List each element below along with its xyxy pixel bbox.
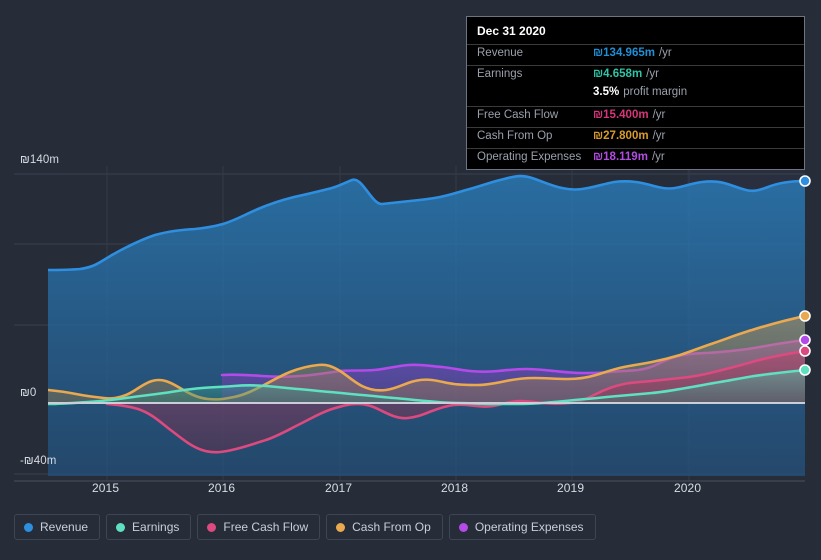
tooltip-row-revenue: Revenue ₪134.965m /yr [467, 44, 804, 65]
tooltip-unit-free-cash-flow: /yr [652, 109, 666, 121]
x-axis-label-2020: 2020 [674, 481, 702, 495]
end-marker-earnings [799, 364, 811, 376]
legend-label-cash-from-op: Cash From Op [352, 520, 431, 534]
tooltip-row-cash-from-op: Cash From Op ₪27.800m /yr [467, 127, 804, 148]
legend-dot-cash-from-op-icon [336, 522, 346, 532]
tooltip-unit-operating-expenses: /yr [651, 151, 665, 163]
legend-item-operating-expenses[interactable]: Operating Expenses [448, 514, 596, 540]
tooltip-value-operating-expenses: ₪18.119m [593, 151, 648, 163]
tooltip-row-free-cash-flow: Free Cash Flow ₪15.400m /yr [467, 106, 804, 127]
tooltip-value-profit-margin: 3.5% [593, 86, 620, 98]
tooltip-value-earnings: ₪4.658m [593, 68, 643, 80]
legend-item-cash-from-op[interactable]: Cash From Op [326, 514, 443, 540]
tooltip-key-revenue: Revenue [477, 47, 524, 59]
legend-item-revenue[interactable]: Revenue [14, 514, 101, 540]
chart-container: ₪140m ₪0 -₪40m 2015 2016 2017 2018 2019 … [0, 0, 821, 560]
tooltip-unit-profit-margin: profit margin [623, 86, 688, 98]
y-axis-label-neg40m: -₪40m [20, 455, 57, 467]
end-marker-cash-from-op [799, 310, 811, 322]
x-axis-label-2016: 2016 [208, 481, 236, 495]
x-axis-label-2018: 2018 [441, 481, 469, 495]
tooltip-row-earnings: Earnings ₪4.658m /yr [467, 65, 804, 86]
tooltip-value-free-cash-flow: ₪15.400m [593, 109, 649, 121]
legend-item-earnings[interactable]: Earnings [106, 514, 192, 540]
tooltip-unit-cash-from-op: /yr [652, 130, 666, 142]
legend-label-operating-expenses: Operating Expenses [474, 520, 584, 534]
legend-dot-operating-expenses-icon [458, 522, 468, 532]
end-marker-revenue [799, 175, 811, 187]
x-axis-label-2015: 2015 [92, 481, 120, 495]
tooltip-title: Dec 31 2020 [477, 24, 546, 38]
tooltip-value-cash-from-op: ₪27.800m [593, 130, 649, 142]
legend-dot-free-cash-flow-icon [207, 522, 217, 532]
legend-label-revenue: Revenue [40, 520, 89, 534]
x-axis-label-2017: 2017 [325, 481, 353, 495]
tooltip-unit-earnings: /yr [646, 68, 659, 80]
y-axis-label-140m: ₪140m [20, 154, 60, 166]
legend-label-earnings: Earnings [132, 520, 180, 534]
tooltip-key-cash-from-op: Cash From Op [477, 130, 553, 142]
end-marker-operating-expenses [799, 334, 811, 346]
tooltip-key-free-cash-flow: Free Cash Flow [477, 109, 559, 121]
x-axis-label-2019: 2019 [557, 481, 585, 495]
end-marker-free-cash-flow [799, 345, 811, 357]
legend-item-free-cash-flow[interactable]: Free Cash Flow [197, 514, 321, 540]
tooltip-value-revenue: ₪134.965m [593, 47, 655, 59]
y-axis-label-0: ₪0 [20, 387, 37, 399]
tooltip-unit-revenue: /yr [658, 47, 672, 59]
chart-legend: Revenue Earnings Free Cash Flow Cash Fro… [14, 514, 596, 540]
legend-dot-revenue-icon [24, 522, 33, 532]
tooltip-row-profit-margin: 3.5% profit margin [467, 86, 804, 106]
tooltip-row-operating-expenses: Operating Expenses ₪18.119m /yr [467, 148, 804, 169]
legend-label-free-cash-flow: Free Cash Flow [223, 520, 309, 534]
legend-dot-earnings-icon [116, 522, 126, 532]
tooltip-key-operating-expenses: Operating Expenses [477, 151, 582, 163]
tooltip-key-earnings: Earnings [477, 68, 523, 80]
chart-tooltip: Dec 31 2020 Revenue ₪134.965m /yr Earnin… [466, 16, 805, 170]
